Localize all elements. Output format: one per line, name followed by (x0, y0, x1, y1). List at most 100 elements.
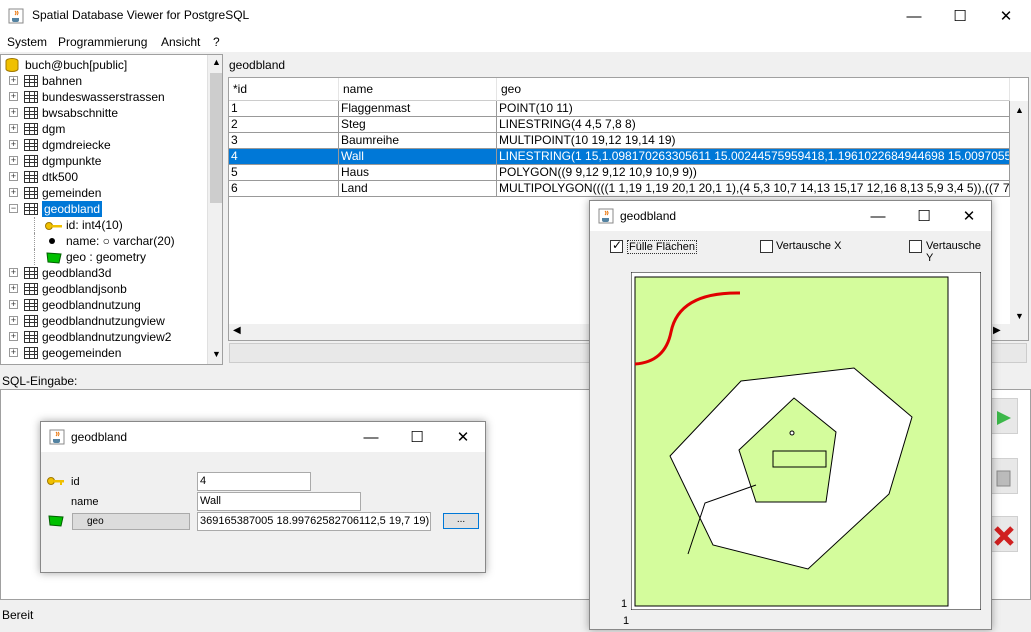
tree-scrollbar[interactable]: ▲ ▼ (207, 55, 222, 364)
map-dialog: geodbland — ☐ ✕ ✓ Fülle Flächen Vertausc… (589, 200, 992, 630)
table-cell[interactable]: LINESTRING(4 4,5 7,8 8) (497, 117, 1010, 133)
table-cell[interactable]: Baumreihe (339, 133, 497, 149)
table-cell[interactable]: 1 (229, 101, 339, 117)
map-dialog-maximize-button[interactable]: ☐ (901, 201, 947, 231)
table-vertical-scrollbar[interactable]: ▲ ▼ (1010, 101, 1028, 340)
tree-item-label: gemeinden (42, 186, 102, 200)
table-row[interactable]: 4 Wall LINESTRING(1 15,1.098170263305611 1… (229, 149, 1010, 165)
column-header-id[interactable]: *id (229, 78, 339, 101)
tree-item-label: dgmdreiecke (42, 138, 111, 152)
geo-field[interactable]: 369165387005 18.99762582706112,5 19,7 19… (197, 512, 431, 531)
menu-ansicht[interactable]: Ansicht (161, 35, 200, 49)
geo-label: geo (72, 513, 190, 530)
collapse-icon[interactable]: − (9, 204, 18, 213)
expand-icon[interactable]: + (9, 268, 18, 277)
table-row[interactable]: 5 Haus POLYGON((9 9,12 9,12 10,9 10,9 9)) (229, 165, 1010, 181)
expand-icon[interactable]: + (9, 156, 18, 165)
play-icon (997, 411, 1011, 425)
table-row[interactable]: 6 Land MULTIPOLYGON((((1 1,19 1,19 20,1 20… (229, 181, 1010, 197)
menu-system[interactable]: System (7, 35, 47, 49)
table-cell[interactable]: Steg (339, 117, 497, 133)
swap-x-label[interactable]: Vertausche X (776, 240, 841, 252)
expand-icon[interactable]: + (9, 188, 18, 197)
record-dialog-close-button[interactable]: ✕ (440, 422, 486, 452)
scroll-up-icon[interactable]: ▲ (212, 57, 221, 67)
column-header-geo[interactable]: geo (497, 78, 1010, 101)
schema-tree[interactable]: buch@buch[public] + bahnen + bundeswasserst… (0, 54, 223, 365)
key-icon (47, 477, 64, 485)
clear-sql-button[interactable] (988, 516, 1018, 552)
table-cell[interactable]: Flaggenmast (339, 101, 497, 117)
check-icon: ✓ (612, 238, 623, 252)
table-cell[interactable]: 3 (229, 133, 339, 149)
id-field[interactable]: 4 (197, 472, 311, 491)
table-cell[interactable]: Wall (339, 149, 497, 165)
id-label: id (71, 476, 80, 488)
table-icon (24, 347, 38, 359)
tree-item-label: dgm (42, 122, 66, 136)
save-sql-button[interactable] (988, 458, 1018, 494)
tree-item-label: geodblandjsonb (42, 282, 127, 296)
window-title: Spatial Database Viewer for PostgreSQL (32, 8, 250, 22)
scroll-down-icon[interactable]: ▼ (212, 349, 221, 359)
menu-help[interactable]: ? (213, 35, 220, 49)
scroll-down-icon[interactable]: ▼ (1015, 311, 1024, 321)
table-cell[interactable]: Haus (339, 165, 497, 181)
column-header-name[interactable]: name (339, 78, 497, 101)
table-row[interactable]: 1 Flaggenmast POINT(10 11) (229, 101, 1010, 117)
expand-icon[interactable]: + (9, 140, 18, 149)
expand-icon[interactable]: + (9, 348, 18, 357)
map-dialog-minimize-button[interactable]: — (855, 201, 901, 231)
record-dialog: geodbland — ☐ ✕ id 4 name Wall geo 36916… (40, 421, 486, 573)
table-cell[interactable]: 5 (229, 165, 339, 181)
table-icon (24, 283, 38, 295)
run-sql-button[interactable] (988, 398, 1018, 434)
expand-icon[interactable]: + (9, 108, 18, 117)
expand-icon[interactable]: + (9, 76, 18, 85)
expand-icon[interactable]: + (9, 172, 18, 181)
swap-y-checkbox[interactable] (909, 240, 922, 253)
java-app-icon (49, 429, 65, 445)
minimize-button[interactable]: — (891, 0, 937, 32)
map-dialog-close-button[interactable]: ✕ (946, 201, 992, 231)
tree-scroll-thumb[interactable] (210, 73, 222, 203)
menu-programmierung[interactable]: Programmierung (58, 35, 147, 49)
status-bar: Bereit (2, 608, 34, 622)
record-dialog-minimize-button[interactable]: — (348, 422, 394, 452)
table-row[interactable]: 3 Baumreihe MULTIPOINT(10 19,12 19,14 19) (229, 133, 1010, 149)
table-cell[interactable]: 4 (229, 149, 339, 165)
tree-item-label: bwsabschnitte (42, 106, 119, 120)
table-cell[interactable]: LINESTRING(1 15,1.098170263305611 15.002… (497, 149, 1010, 165)
table-cell[interactable]: POINT(10 11) (497, 101, 1010, 117)
table-cell[interactable]: 2 (229, 117, 339, 133)
expand-icon[interactable]: + (9, 284, 18, 293)
table-icon (24, 187, 38, 199)
scroll-right-icon[interactable]: ▶ (993, 325, 1001, 336)
expand-icon[interactable]: + (9, 332, 18, 341)
table-cell[interactable]: MULTIPOLYGON((((1 1,19 1,19 20,1 20,1 1)… (497, 181, 1010, 197)
table-cell[interactable]: MULTIPOINT(10 19,12 19,14 19) (497, 133, 1010, 149)
table-cell[interactable]: Land (339, 181, 497, 197)
maximize-button[interactable]: ☐ (937, 0, 983, 32)
table-cell[interactable]: 6 (229, 181, 339, 197)
expand-icon[interactable]: + (9, 124, 18, 133)
name-field[interactable]: Wall (197, 492, 361, 511)
fill-areas-checkbox[interactable]: ✓ (610, 238, 623, 253)
geo-edit-button[interactable]: ... (443, 513, 479, 529)
scroll-up-icon[interactable]: ▲ (1015, 105, 1024, 115)
close-button[interactable]: ✕ (983, 0, 1029, 32)
table-icon (24, 139, 38, 151)
swap-x-checkbox[interactable] (760, 240, 773, 253)
table-row[interactable]: 2 Steg LINESTRING(4 4,5 7,8 8) (229, 117, 1010, 133)
title-bar: Spatial Database Viewer for PostgreSQL —… (0, 0, 1031, 32)
record-dialog-maximize-button[interactable]: ☐ (394, 422, 440, 452)
swap-y-label[interactable]: Vertausche Y (926, 240, 991, 264)
table-cell[interactable]: POLYGON((9 9,12 9,12 10,9 10,9 9)) (497, 165, 1010, 181)
fill-areas-label[interactable]: Fülle Flächen (627, 240, 698, 254)
column-icon (45, 235, 63, 251)
scroll-left-icon[interactable]: ◀ (233, 325, 241, 336)
expand-icon[interactable]: + (9, 92, 18, 101)
expand-icon[interactable]: + (9, 316, 18, 325)
geometry-map-canvas[interactable] (631, 272, 981, 610)
expand-icon[interactable]: + (9, 300, 18, 309)
